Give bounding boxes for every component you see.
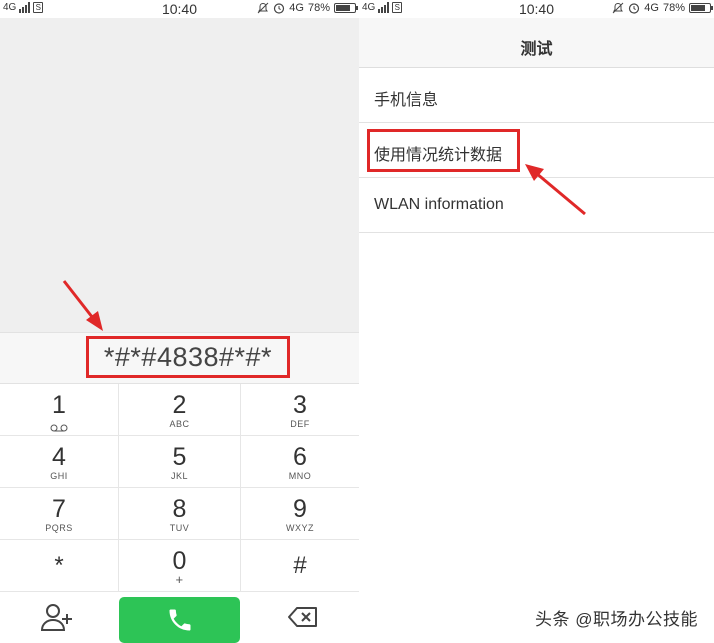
add-contact-icon[interactable] (39, 602, 75, 632)
status-bar: 4G S 10:40 4G 78% (0, 0, 359, 18)
number-highlight-box (86, 336, 290, 378)
call-button[interactable] (119, 597, 240, 643)
key-star[interactable]: * (0, 540, 119, 592)
battery-percent: 78% (307, 2, 330, 14)
menu-item-label: WLAN information (374, 196, 504, 213)
mute-bell-icon (612, 2, 624, 14)
battery-icon (689, 3, 713, 13)
key-0[interactable]: 0 + (119, 540, 241, 592)
menu-item-phone-info[interactable]: 手机信息 (359, 68, 714, 123)
watermark-text: 头条 @职场办公技能 (535, 610, 698, 629)
status-bar: 4G S 10:40 4G 78% (359, 0, 714, 18)
key-3[interactable]: 3 DEF (241, 384, 359, 436)
key-8[interactable]: 8 TUV (119, 488, 241, 540)
status-right-group: 4G 78% (612, 2, 713, 14)
dialer-empty-area (0, 18, 359, 332)
network-type-secondary: 4G (289, 2, 304, 14)
network-type-secondary: 4G (644, 2, 659, 14)
menu-highlight-box (367, 129, 520, 172)
battery-icon (334, 3, 358, 13)
alarm-icon (274, 3, 285, 14)
key-9[interactable]: 9 WXYZ (241, 488, 359, 540)
key-2[interactable]: 2 ABC (119, 384, 241, 436)
key-1[interactable]: 1 (0, 384, 119, 436)
key-5[interactable]: 5 JKL (119, 436, 241, 488)
phone-icon (169, 609, 190, 631)
arrow-icon (525, 164, 586, 216)
battery-percent: 78% (662, 2, 685, 14)
dialer-action-row (0, 592, 359, 643)
menu-item-label: 手机信息 (374, 92, 439, 109)
status-right-group: 4G 78% (257, 2, 358, 14)
key-7[interactable]: 7 PQRS (0, 488, 119, 540)
test-menu-screen: 4G S 10:40 4G 78% 测试 手机信息 使用情况统计数据 WLAN … (359, 0, 714, 643)
voicemail-icon (50, 424, 68, 432)
mute-bell-icon (257, 2, 269, 14)
arrow-icon (62, 280, 103, 331)
key-6[interactable]: 6 MNO (241, 436, 359, 488)
title-bar: 测试 (359, 18, 714, 68)
key-hash[interactable]: # (241, 540, 359, 592)
key-4[interactable]: 4 GHI (0, 436, 119, 488)
alarm-icon (629, 3, 640, 14)
dialer-screen: 4G S 10:40 4G 78% *#*#4838#*#* 1 2 ABC 3 (0, 0, 359, 643)
backspace-icon[interactable] (287, 605, 319, 629)
page-title: 测试 (520, 41, 553, 58)
